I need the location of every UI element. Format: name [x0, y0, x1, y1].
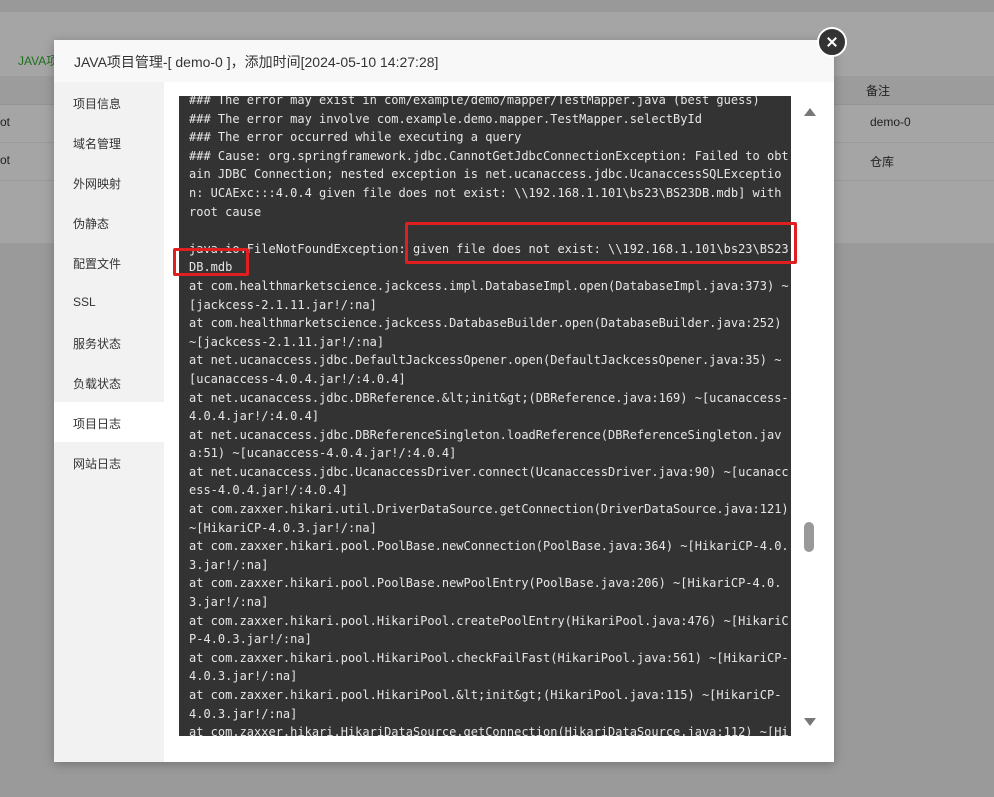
sidebar-item-project-info[interactable]: 项目信息	[54, 82, 164, 122]
row-left-text: ot	[0, 153, 11, 167]
sidebar-item-label: 域名管理	[73, 137, 122, 151]
sidebar-item-service-status[interactable]: 服务状态	[54, 322, 164, 362]
modal-title-bar: JAVA项目管理-[ demo-0 ]，添加时间[2024-05-10 14:2…	[54, 40, 834, 83]
close-icon[interactable]	[817, 27, 847, 57]
sidebar-item-ssl[interactable]: SSL	[54, 282, 164, 322]
log-text: ### The error may exist in com/example/d…	[189, 96, 789, 736]
sidebar-item-label: 负载状态	[73, 377, 122, 391]
error-highlight-box	[405, 222, 797, 264]
sidebar-item-config[interactable]: 配置文件	[54, 242, 164, 282]
sidebar-item-project-log[interactable]: 项目日志	[54, 402, 164, 442]
sidebar-item-site-log[interactable]: 网站日志	[54, 442, 164, 482]
row-note: 仓库	[870, 155, 895, 169]
scroll-down-arrow-icon[interactable]	[804, 718, 816, 726]
modal-sidebar: 项目信息 域名管理 外网映射 伪静态 配置文件 SSL 服务状态 负载状态 项目…	[54, 82, 164, 762]
row-left-text: ot	[0, 115, 11, 129]
sidebar-item-label: 伪静态	[73, 217, 110, 231]
sidebar-item-label: SSL	[73, 295, 96, 309]
sidebar-item-label: 项目信息	[73, 97, 122, 111]
sidebar-item-label: 网站日志	[73, 457, 122, 471]
log-viewer[interactable]: ### The error may exist in com/example/d…	[179, 96, 791, 736]
sidebar-item-label: 服务状态	[73, 337, 122, 351]
sidebar-item-label: 项目日志	[73, 417, 122, 431]
sidebar-item-load-status[interactable]: 负载状态	[54, 362, 164, 402]
modal-title: JAVA项目管理-[ demo-0 ]，添加时间[2024-05-10 14:2…	[74, 54, 439, 70]
sidebar-item-domain[interactable]: 域名管理	[54, 122, 164, 162]
row-note: demo-0	[870, 115, 911, 129]
background-top-strip	[0, 0, 994, 12]
project-modal: JAVA项目管理-[ demo-0 ]，添加时间[2024-05-10 14:2…	[54, 40, 834, 762]
sidebar-item-port-mapping[interactable]: 外网映射	[54, 162, 164, 202]
log-scrollbar[interactable]	[799, 96, 819, 736]
header-note: 备注	[866, 84, 891, 98]
sidebar-item-label: 外网映射	[73, 177, 122, 191]
background-tab: JAVA项	[18, 54, 59, 68]
scroll-up-arrow-icon[interactable]	[804, 108, 816, 116]
error-highlight-box	[173, 248, 249, 276]
sidebar-item-rewrite[interactable]: 伪静态	[54, 202, 164, 242]
scroll-thumb[interactable]	[804, 522, 814, 552]
sidebar-item-label: 配置文件	[73, 257, 122, 271]
